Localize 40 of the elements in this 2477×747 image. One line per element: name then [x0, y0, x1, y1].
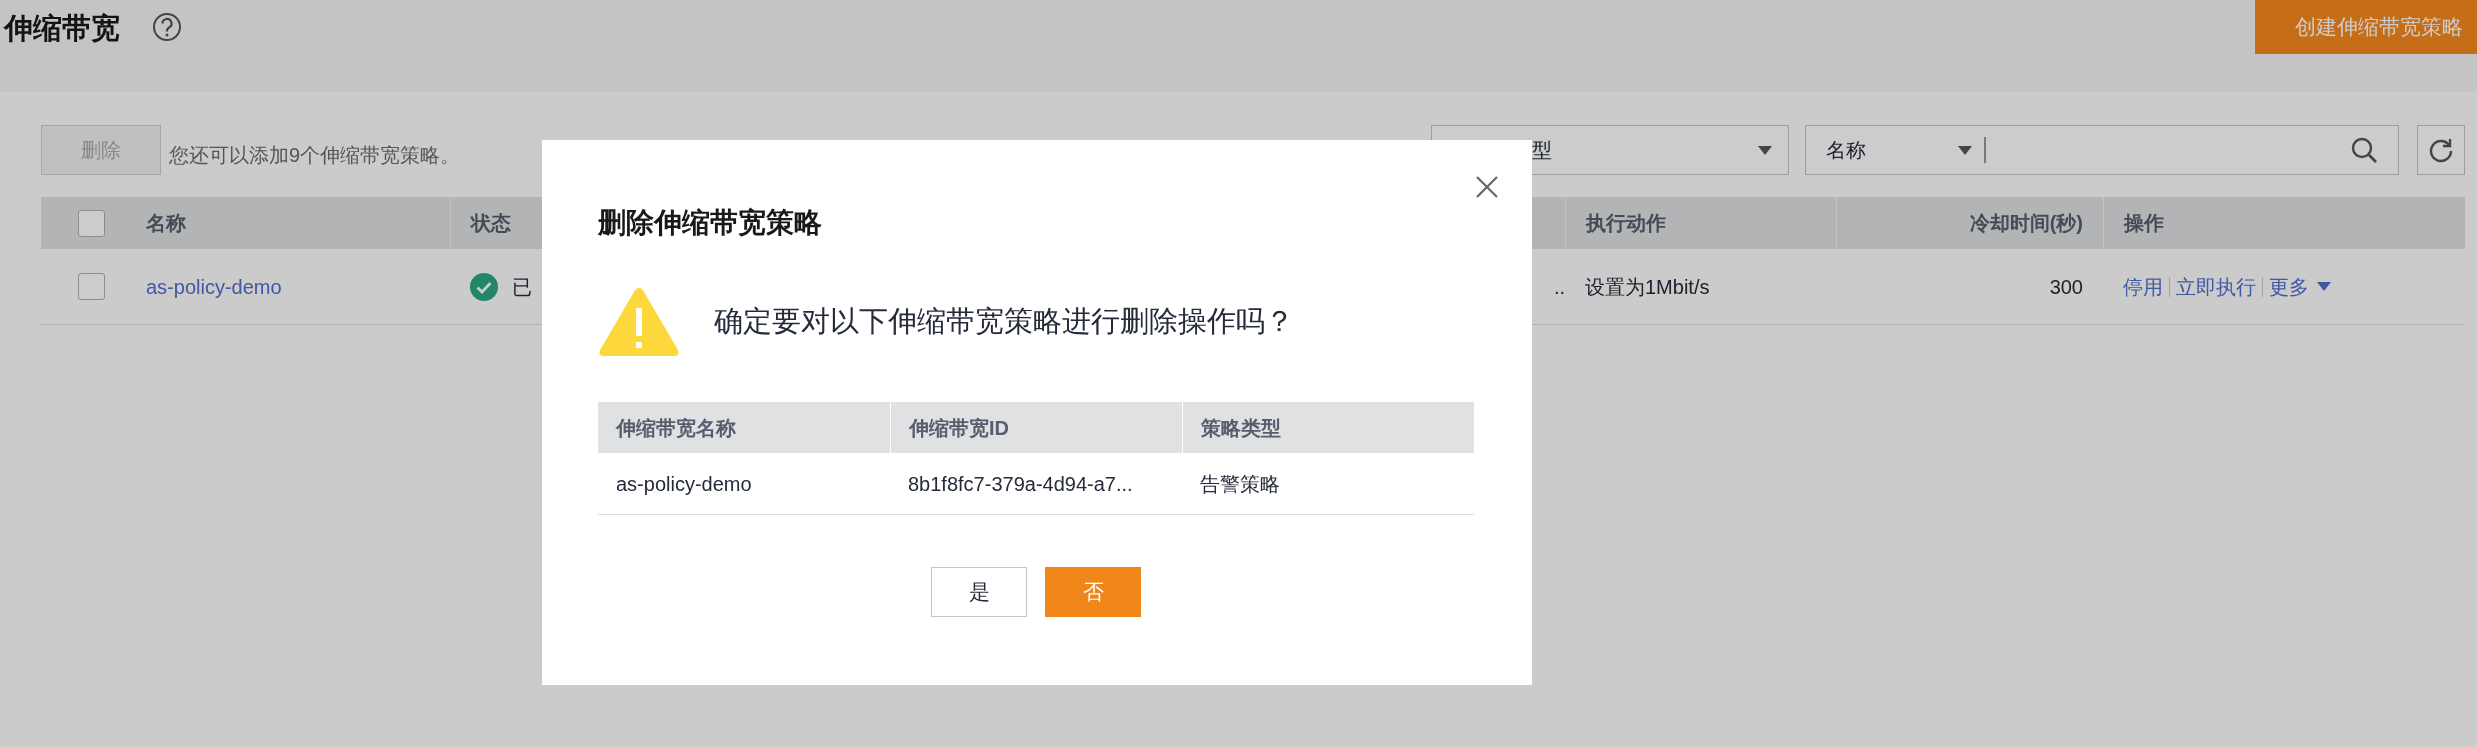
- column-header: 冷却时间(秒): [1969, 211, 2083, 236]
- column-header: 操作: [2124, 211, 2164, 236]
- hint-text: 您还可以添加9个伸缩带宽策略。: [169, 143, 461, 168]
- more-dropdown[interactable]: 更多: [2269, 271, 2331, 302]
- table-cell-text: 8b1f8fc7-379a-4d94-a7...: [908, 471, 1133, 497]
- column-header: 名称: [146, 211, 186, 236]
- action-link[interactable]: 停用: [2123, 271, 2163, 302]
- dialog-title: 删除伸缩带宽策略: [598, 206, 823, 240]
- column-header: 伸缩带宽ID: [909, 415, 1009, 441]
- confirm-message: 确定要对以下伸缩带宽策略进行删除操作吗？: [714, 304, 1294, 340]
- caret-icon: [1958, 145, 1972, 155]
- help-icon[interactable]: [152, 12, 182, 42]
- refresh-button[interactable]: [2417, 125, 2465, 175]
- page-title: 伸缩带宽: [4, 11, 120, 46]
- table-cell-text: 告警策略: [1200, 471, 1280, 497]
- select-all-checkbox[interactable]: [78, 209, 105, 237]
- check-circle-icon: [470, 272, 498, 301]
- caret-icon: [1758, 145, 1772, 155]
- table-cell-text: ..: [1553, 274, 1565, 300]
- column-header: 执行动作: [1586, 211, 1666, 236]
- row-checkbox[interactable]: [78, 273, 105, 300]
- search-field[interactable]: 名称: [1805, 125, 2399, 175]
- create-button[interactable]: 创建伸缩带宽策略: [2255, 0, 2477, 54]
- column-header: 策略类型: [1201, 415, 1281, 441]
- close-icon[interactable]: [1476, 176, 1498, 198]
- search-icon[interactable]: [2350, 136, 2378, 164]
- table-cell-text: 设置为1Mbit/s: [1585, 274, 1710, 300]
- yes-button[interactable]: 是: [931, 567, 1027, 617]
- table-cell-text: 300: [2049, 274, 2083, 300]
- column-header: 状态: [471, 211, 511, 236]
- caret-icon: [2317, 282, 2331, 291]
- no-button[interactable]: 否: [1045, 567, 1141, 617]
- policy-name-link[interactable]: as-policy-demo: [146, 271, 282, 302]
- table-cell-text: as-policy-demo: [616, 471, 752, 497]
- column-header: 伸缩带宽名称: [616, 415, 736, 441]
- refresh-icon: [2428, 137, 2454, 163]
- action-link[interactable]: 立即执行: [2176, 271, 2256, 302]
- warning-icon: [598, 286, 680, 358]
- status-text: 已: [512, 274, 532, 300]
- attribute-select[interactable]: 名称: [1826, 135, 1866, 165]
